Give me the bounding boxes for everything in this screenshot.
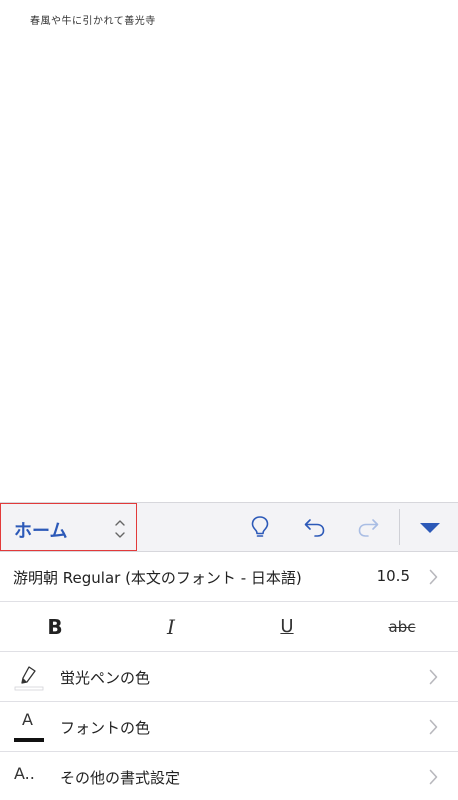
font-name-row[interactable]: 游明朝 Regular (本文のフォント - 日本語) 10.5: [0, 552, 458, 602]
up-down-chevron-icon: [115, 520, 125, 538]
chevron-right-icon: [429, 569, 438, 585]
italic-icon: I: [167, 615, 175, 639]
ribbon-toolbar: ホーム: [0, 502, 458, 552]
lightbulb-icon: [251, 516, 269, 537]
toolbar-divider: [399, 509, 400, 545]
document-canvas[interactable]: 春風や牛に引かれて善光寺: [0, 0, 458, 502]
undo-icon: [304, 519, 325, 537]
underline-icon: U: [280, 616, 294, 637]
strikethrough-icon: abc: [388, 618, 416, 636]
underline-button[interactable]: U: [257, 602, 317, 652]
undo-button[interactable]: [301, 513, 329, 541]
highlighter-pen-icon: [14, 666, 44, 691]
document-text[interactable]: 春風や牛に引かれて善光寺: [30, 12, 156, 27]
font-color-letter: A: [22, 710, 33, 729]
bold-icon: B: [47, 615, 63, 639]
font-color-row[interactable]: A フォントの色: [0, 702, 458, 752]
tell-me-button[interactable]: [246, 513, 274, 541]
collapse-ribbon-button[interactable]: [416, 513, 444, 541]
font-name-label: 游明朝 Regular (本文のフォント - 日本語): [13, 569, 302, 587]
more-formatting-icon: A..: [14, 764, 35, 783]
bold-button[interactable]: B: [25, 602, 85, 652]
triangle-down-icon: [420, 523, 440, 533]
chevron-right-icon: [429, 719, 438, 735]
redo-button[interactable]: [354, 513, 382, 541]
format-buttons-row: B I U abc: [0, 602, 458, 652]
highlight-color-row[interactable]: 蛍光ペンの色: [0, 652, 458, 702]
strikethrough-button[interactable]: abc: [372, 602, 432, 652]
ribbon-tab-selector[interactable]: ホーム: [0, 503, 137, 551]
ribbon-tab-label: ホーム: [14, 521, 68, 542]
redo-icon: [358, 519, 379, 537]
more-formatting-row[interactable]: A.. その他の書式設定: [0, 752, 458, 800]
font-color-label: フォントの色: [60, 719, 151, 737]
chevron-right-icon: [429, 769, 438, 785]
font-size-value: 10.5: [376, 567, 410, 585]
more-formatting-label: その他の書式設定: [60, 769, 181, 787]
chevron-right-icon: [429, 669, 438, 685]
highlight-color-label: 蛍光ペンの色: [60, 669, 151, 687]
italic-button[interactable]: I: [141, 602, 201, 652]
